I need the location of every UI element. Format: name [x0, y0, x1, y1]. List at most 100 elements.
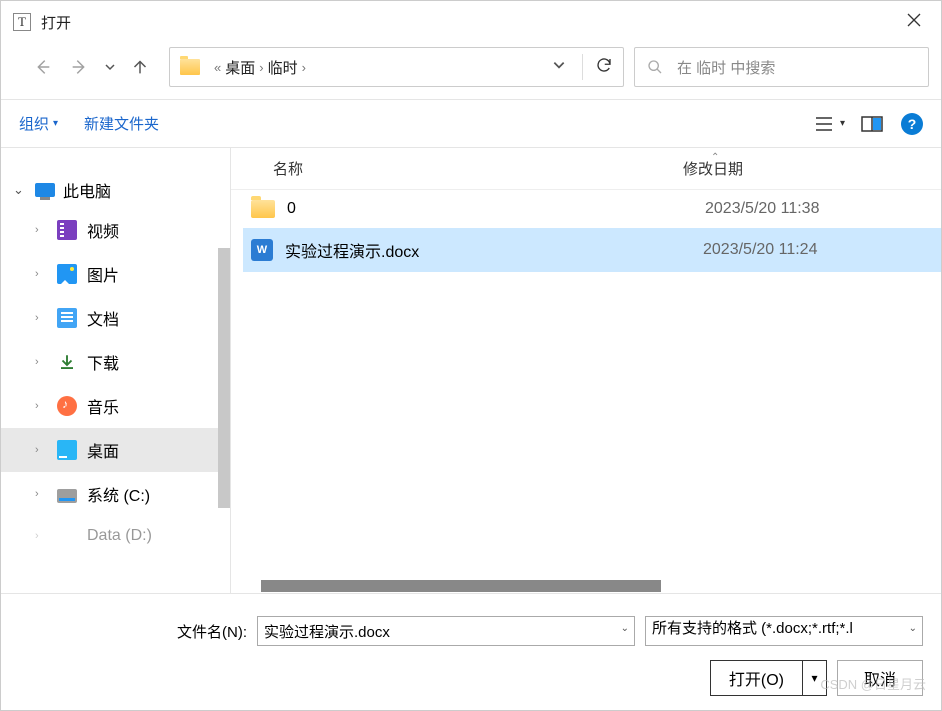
tree-root-this-pc[interactable]: ⌄ 此电脑: [1, 172, 230, 208]
new-folder-button[interactable]: 新建文件夹: [84, 113, 159, 134]
chevron-down-icon: ▾: [840, 118, 845, 129]
search-box[interactable]: 在 临时 中搜索: [634, 47, 929, 87]
window-title: 打开: [41, 12, 899, 33]
organize-label: 组织: [19, 113, 49, 134]
breadcrumb-item[interactable]: 桌面: [225, 57, 255, 78]
sidebar-item-label: 桌面: [87, 438, 119, 462]
scrollbar-thumb[interactable]: [261, 580, 661, 592]
file-list: 0 2023/5/20 11:38 W 实验过程演示.docx 2023/5/2…: [231, 190, 941, 579]
column-name[interactable]: 名称: [273, 158, 683, 179]
organize-menu[interactable]: 组织 ▾: [19, 113, 58, 134]
sidebar-item-label: 视频: [87, 218, 119, 242]
chevron-down-icon: ⌄: [621, 623, 629, 634]
column-name-label: 名称: [273, 158, 303, 179]
file-row-folder[interactable]: 0 2023/5/20 11:38: [231, 190, 941, 228]
column-headers: ⌃ 名称 修改日期: [231, 148, 941, 190]
file-name: 实验过程演示.docx: [285, 238, 703, 262]
sidebar-item-label: 下载: [87, 350, 119, 374]
sidebar-item-videos[interactable]: › 视频: [1, 208, 230, 252]
file-row-docx[interactable]: W 实验过程演示.docx 2023/5/20 11:24: [231, 228, 941, 272]
chevron-right-icon: ›: [35, 444, 47, 456]
forward-button[interactable]: [61, 48, 99, 86]
filter-combo[interactable]: 所有支持的格式 (*.docx;*.rtf;*.l ⌄: [645, 616, 923, 646]
chevron-down-icon: [552, 58, 566, 72]
title-bar: T 打开: [1, 1, 941, 43]
sidebar-item-label: Data (D:): [87, 527, 152, 545]
file-area: ⌃ 名称 修改日期 0 2023/5/20 11:38 W 实验过程演示.doc…: [231, 148, 941, 593]
picture-icon: [57, 264, 77, 284]
chevron-right-icon: ›: [35, 530, 47, 542]
nav-row: « 桌面 › 临时 › 在 临时 中搜索: [1, 43, 941, 99]
video-icon: [57, 220, 77, 240]
music-icon: [57, 396, 77, 416]
drive-icon: [57, 526, 77, 546]
view-menu[interactable]: ▾: [814, 116, 845, 132]
horizontal-scrollbar[interactable]: [231, 579, 941, 593]
chevron-down-icon: ⌄: [13, 182, 27, 198]
sidebar-item-desktop[interactable]: › 桌面: [1, 428, 230, 472]
close-button[interactable]: [899, 13, 929, 32]
open-button-label: 打开(O): [711, 661, 802, 695]
desktop-icon: [57, 440, 77, 460]
address-dropdown[interactable]: [552, 58, 566, 77]
chevron-down-icon: ⌄: [909, 623, 917, 634]
filter-display: 所有支持的格式 (*.docx;*.rtf;*.l: [645, 616, 923, 646]
document-icon: [57, 308, 77, 328]
list-view-icon: [814, 116, 834, 132]
column-date[interactable]: 修改日期: [683, 158, 941, 179]
filename-combo[interactable]: ⌄: [257, 616, 635, 646]
back-button[interactable]: [23, 48, 61, 86]
sidebar-item-label: 图片: [87, 262, 119, 286]
chevron-right-icon: ›: [35, 400, 47, 412]
download-icon: [57, 352, 77, 372]
open-button[interactable]: 打开(O) ▾: [710, 660, 827, 696]
sidebar-item-pictures[interactable]: › 图片: [1, 252, 230, 296]
main-area: ⌄ 此电脑 › 视频 › 图片 › 文档 › 下载 ›: [1, 148, 941, 593]
help-button[interactable]: ?: [901, 113, 923, 135]
sidebar-item-downloads[interactable]: › 下载: [1, 340, 230, 384]
preview-pane-button[interactable]: [861, 116, 883, 132]
search-icon: [647, 59, 663, 75]
file-date: 2023/5/20 11:38: [705, 200, 819, 218]
up-button[interactable]: [121, 48, 159, 86]
file-date: 2023/5/20 11:24: [703, 241, 817, 259]
breadcrumb-item[interactable]: 临时: [268, 57, 298, 78]
chevron-down-icon: [104, 61, 116, 73]
sidebar-item-label: 系统 (C:): [87, 482, 150, 506]
sidebar-item-drive-c[interactable]: › 系统 (C:): [1, 472, 230, 516]
sidebar-item-drive-d[interactable]: › Data (D:): [1, 516, 230, 556]
filename-input[interactable]: [257, 616, 635, 646]
file-name: 0: [287, 200, 705, 218]
sidebar-item-music[interactable]: › 音乐: [1, 384, 230, 428]
chevron-right-icon: ›: [35, 268, 47, 280]
tree-root-label: 此电脑: [63, 178, 111, 202]
recent-dropdown[interactable]: [99, 48, 121, 86]
help-icon: ?: [908, 116, 917, 132]
sidebar-scrollbar[interactable]: [218, 248, 230, 508]
new-folder-label: 新建文件夹: [84, 113, 159, 134]
sidebar-item-documents[interactable]: › 文档: [1, 296, 230, 340]
chevron-right-icon: ›: [35, 488, 47, 500]
chevron-down-icon: ▾: [53, 118, 58, 129]
address-bar[interactable]: « 桌面 › 临时 ›: [169, 47, 624, 87]
folder-icon: [180, 59, 200, 75]
sidebar-item-label: 文档: [87, 306, 119, 330]
sidebar: ⌄ 此电脑 › 视频 › 图片 › 文档 › 下载 ›: [1, 148, 231, 593]
filename-label: 文件名(N):: [177, 621, 247, 642]
arrow-right-icon: [69, 56, 91, 78]
drive-icon: [57, 489, 77, 503]
cancel-button[interactable]: 取消: [837, 660, 923, 696]
arrow-up-icon: [129, 56, 151, 78]
sidebar-item-label: 音乐: [87, 394, 119, 418]
folder-icon: [251, 200, 275, 218]
cancel-button-label: 取消: [864, 666, 896, 690]
toolbar: 组织 ▾ 新建文件夹 ▾ ?: [1, 99, 941, 148]
open-button-dropdown[interactable]: ▾: [802, 661, 826, 695]
search-placeholder: 在 临时 中搜索: [677, 57, 775, 78]
column-date-label: 修改日期: [683, 161, 743, 178]
chevron-right-icon: ›: [35, 356, 47, 368]
refresh-button[interactable]: [595, 56, 613, 79]
chevron-right-icon: ›: [35, 224, 47, 236]
chevron-right-icon: ›: [35, 312, 47, 324]
breadcrumb-separator: ›: [302, 60, 306, 75]
